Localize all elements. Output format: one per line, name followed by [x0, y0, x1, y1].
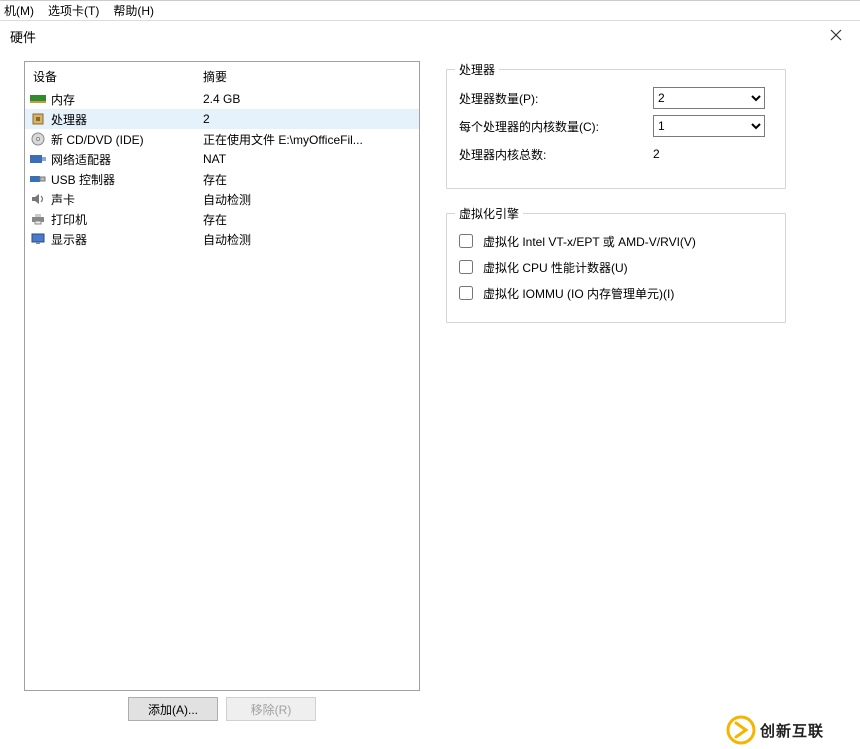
hardware-row-label: 显示器 — [51, 231, 203, 248]
hardware-list-header: 设备 摘要 — [25, 62, 419, 89]
sound-icon — [29, 191, 47, 207]
dialog-title: 硬件 — [10, 27, 36, 46]
printer-icon — [29, 211, 47, 227]
virt-vtx-row[interactable]: 虚拟化 Intel VT-x/EPT 或 AMD-V/RVI(V) — [459, 228, 773, 254]
watermark-icon — [726, 715, 756, 745]
hardware-dialog: 硬件 设备 摘要 内存 2.4 GB 处理器 2 — [0, 20, 860, 749]
proc-count-combo[interactable]: 2 — [653, 87, 765, 109]
close-button[interactable] — [820, 23, 852, 47]
hardware-row-label: 打印机 — [51, 211, 203, 228]
hardware-row-display[interactable]: 显示器 自动检测 — [25, 229, 419, 249]
menu-tabs[interactable]: 选项卡(T) — [48, 2, 99, 19]
hardware-row-value: 自动检测 — [203, 231, 415, 248]
hardware-row-value: 2.4 GB — [203, 92, 415, 106]
virt-perfcounter-label: 虚拟化 CPU 性能计数器(U) — [483, 259, 628, 276]
hardware-row-label: USB 控制器 — [51, 171, 203, 188]
cores-per-proc-label: 每个处理器的内核数量(C): — [459, 118, 647, 135]
processor-group-title: 处理器 — [455, 61, 499, 78]
virt-perfcounter-row[interactable]: 虚拟化 CPU 性能计数器(U) — [459, 254, 773, 280]
menu-vm[interactable]: 机(M) — [4, 2, 34, 19]
memory-icon — [29, 91, 47, 107]
nic-icon — [29, 151, 47, 167]
virt-iommu-label: 虚拟化 IOMMU (IO 内存管理单元)(I) — [483, 285, 674, 302]
hardware-row-label: 内存 — [51, 91, 203, 108]
hardware-row-sound[interactable]: 声卡 自动检测 — [25, 189, 419, 209]
hardware-row-value: 正在使用文件 E:\myOfficeFil... — [203, 131, 415, 148]
virt-vtx-checkbox[interactable] — [459, 234, 473, 248]
display-icon — [29, 231, 47, 247]
virt-iommu-row[interactable]: 虚拟化 IOMMU (IO 内存管理单元)(I) — [459, 280, 773, 306]
virt-group-title: 虚拟化引擎 — [455, 205, 523, 222]
menubar: 机(M) 选项卡(T) 帮助(H) — [0, 0, 860, 20]
hardware-row-cddvd[interactable]: 新 CD/DVD (IDE) 正在使用文件 E:\myOfficeFil... — [25, 129, 419, 149]
hardware-row-label: 网络适配器 — [51, 151, 203, 168]
hardware-row-value: 自动检测 — [203, 191, 415, 208]
hardware-row-usb[interactable]: USB 控制器 存在 — [25, 169, 419, 189]
total-cores-value: 2 — [653, 147, 765, 161]
hardware-row-memory[interactable]: 内存 2.4 GB — [25, 89, 419, 109]
hardware-row-label: 声卡 — [51, 191, 203, 208]
hardware-row-label: 新 CD/DVD (IDE) — [51, 131, 203, 148]
watermark-text: 创新互联 — [760, 720, 824, 741]
hardware-row-value: 存在 — [203, 211, 415, 228]
hardware-row-value: NAT — [203, 152, 415, 166]
hardware-row-cpu[interactable]: 处理器 2 — [25, 109, 419, 129]
col-device: 设备 — [33, 68, 203, 85]
total-cores-label: 处理器内核总数: — [459, 146, 647, 163]
remove-button[interactable]: 移除(R) — [226, 697, 316, 721]
usb-icon — [29, 171, 47, 187]
hardware-row-nic[interactable]: 网络适配器 NAT — [25, 149, 419, 169]
hardware-list: 设备 摘要 内存 2.4 GB 处理器 2 新 CD/DVD (IDE) 正在使… — [24, 61, 420, 691]
virt-vtx-label: 虚拟化 Intel VT-x/EPT 或 AMD-V/RVI(V) — [483, 233, 696, 250]
dialog-titlebar: 硬件 — [0, 21, 860, 51]
processor-group: 处理器 处理器数量(P): 2 每个处理器的内核数量(C): 1 处理器内核总数… — [446, 69, 786, 189]
menu-help[interactable]: 帮助(H) — [113, 2, 154, 19]
cores-per-proc-combo[interactable]: 1 — [653, 115, 765, 137]
col-summary: 摘要 — [203, 68, 411, 85]
cpu-icon — [29, 111, 47, 127]
hardware-row-label: 处理器 — [51, 111, 203, 128]
virtualization-group: 虚拟化引擎 虚拟化 Intel VT-x/EPT 或 AMD-V/RVI(V) … — [446, 213, 786, 323]
hardware-row-printer[interactable]: 打印机 存在 — [25, 209, 419, 229]
virt-perfcounter-checkbox[interactable] — [459, 260, 473, 274]
hardware-row-value: 存在 — [203, 171, 415, 188]
hardware-row-value: 2 — [203, 112, 415, 126]
disc-icon — [29, 131, 47, 147]
proc-count-label: 处理器数量(P): — [459, 90, 647, 107]
watermark: 创新互联 — [720, 711, 860, 749]
add-button[interactable]: 添加(A)... — [128, 697, 218, 721]
close-icon — [830, 29, 842, 41]
hardware-buttons: 添加(A)... 移除(R) — [24, 697, 420, 721]
virt-iommu-checkbox[interactable] — [459, 286, 473, 300]
